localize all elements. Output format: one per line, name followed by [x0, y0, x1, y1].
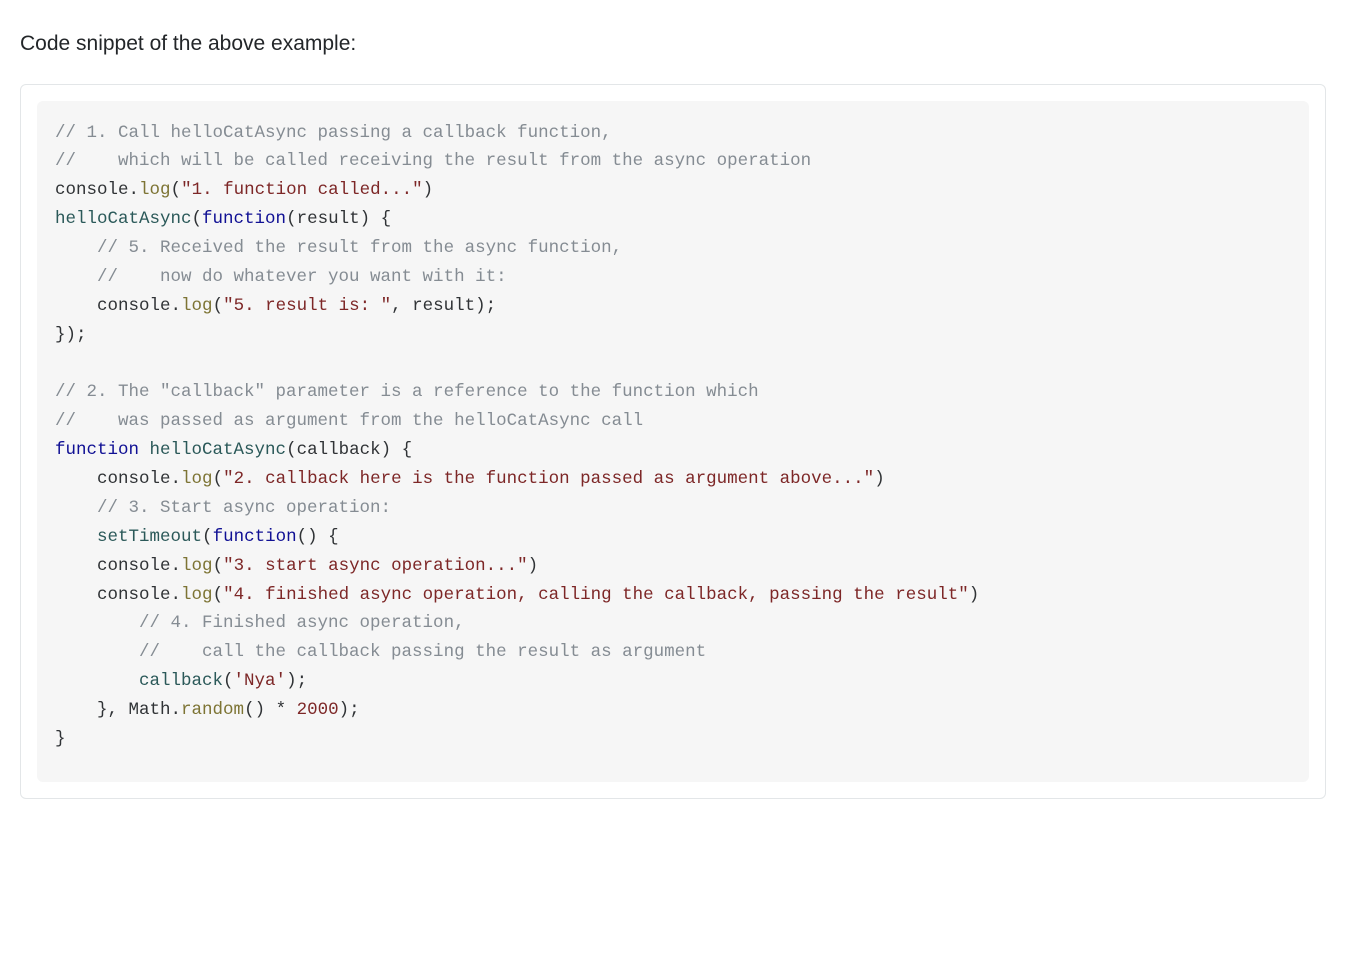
code-token: console — [97, 296, 171, 316]
code-token: // 1. Call helloCatAsync passing a callb… — [55, 123, 612, 143]
code-token — [55, 556, 97, 576]
code-token: // now do whatever you want with it: — [55, 267, 507, 287]
code-token: callback — [139, 671, 223, 691]
code-token: Math — [129, 700, 171, 720]
intro-text: Code snippet of the above example: — [20, 28, 1326, 60]
code-token: "5. result is: " — [223, 296, 391, 316]
code-token: console — [97, 469, 171, 489]
code-token: . — [129, 180, 140, 200]
code-token: console — [97, 585, 171, 605]
code-token: setTimeout — [97, 527, 202, 547]
code-token: . — [171, 700, 182, 720]
code-token: random — [181, 700, 244, 720]
code-token: helloCatAsync — [150, 440, 287, 460]
code-token: log — [181, 296, 213, 316]
code-token: ( — [192, 209, 203, 229]
code-token: "2. callback here is the function passed… — [223, 469, 874, 489]
code-token: "4. finished async operation, calling th… — [223, 585, 969, 605]
code-token: log — [181, 469, 213, 489]
code-token: ) — [969, 585, 980, 605]
code-token: } — [55, 729, 66, 749]
code-token — [55, 671, 139, 691]
code-token: (callback) { — [286, 440, 412, 460]
code-token: . — [171, 585, 182, 605]
code-token — [55, 527, 97, 547]
code-token: ); — [339, 700, 360, 720]
code-token: "3. start async operation..." — [223, 556, 528, 576]
code-token: log — [181, 556, 213, 576]
code-token: function — [213, 527, 297, 547]
code-content: // 1. Call helloCatAsync passing a callb… — [55, 119, 1291, 754]
code-token: (result) { — [286, 209, 391, 229]
code-token: , result); — [391, 296, 496, 316]
code-token — [55, 296, 97, 316]
code-token: () { — [297, 527, 339, 547]
code-token: function — [55, 440, 139, 460]
snippet-container: // 1. Call helloCatAsync passing a callb… — [20, 84, 1326, 799]
code-token: . — [171, 556, 182, 576]
code-token: ( — [223, 671, 234, 691]
code-token: log — [181, 585, 213, 605]
code-token: ( — [213, 296, 224, 316]
code-token: // 5. Received the result from the async… — [55, 238, 622, 258]
code-token: console — [55, 180, 129, 200]
code-token — [55, 585, 97, 605]
code-token: // 2. The "callback" parameter is a refe… — [55, 382, 759, 402]
code-token: // 3. Start async operation: — [55, 498, 391, 518]
code-token: console — [97, 556, 171, 576]
code-token: }, — [55, 700, 129, 720]
code-token: // was passed as argument from the hello… — [55, 411, 643, 431]
code-token: // which will be called receiving the re… — [55, 151, 811, 171]
code-token: ( — [213, 469, 224, 489]
code-token: helloCatAsync — [55, 209, 192, 229]
page-root: Code snippet of the above example: // 1.… — [0, 0, 1346, 839]
code-token — [139, 440, 150, 460]
code-block[interactable]: // 1. Call helloCatAsync passing a callb… — [37, 101, 1309, 782]
code-token: "1. function called..." — [181, 180, 423, 200]
code-token: ( — [213, 585, 224, 605]
code-token: ( — [171, 180, 182, 200]
code-token: }); — [55, 325, 87, 345]
code-token: 2000 — [297, 700, 339, 720]
code-token: ( — [202, 527, 213, 547]
code-token: . — [171, 296, 182, 316]
code-token — [55, 469, 97, 489]
code-token: 'Nya' — [234, 671, 287, 691]
code-token: // 4. Finished async operation, — [55, 613, 465, 633]
code-token: log — [139, 180, 171, 200]
code-token: function — [202, 209, 286, 229]
code-token: ) — [874, 469, 885, 489]
code-token: // call the callback passing the result … — [55, 642, 706, 662]
code-token: ) — [423, 180, 434, 200]
code-token: ( — [213, 556, 224, 576]
code-token: . — [171, 469, 182, 489]
code-token: () * — [244, 700, 297, 720]
code-token: ) — [528, 556, 539, 576]
code-token: ); — [286, 671, 307, 691]
